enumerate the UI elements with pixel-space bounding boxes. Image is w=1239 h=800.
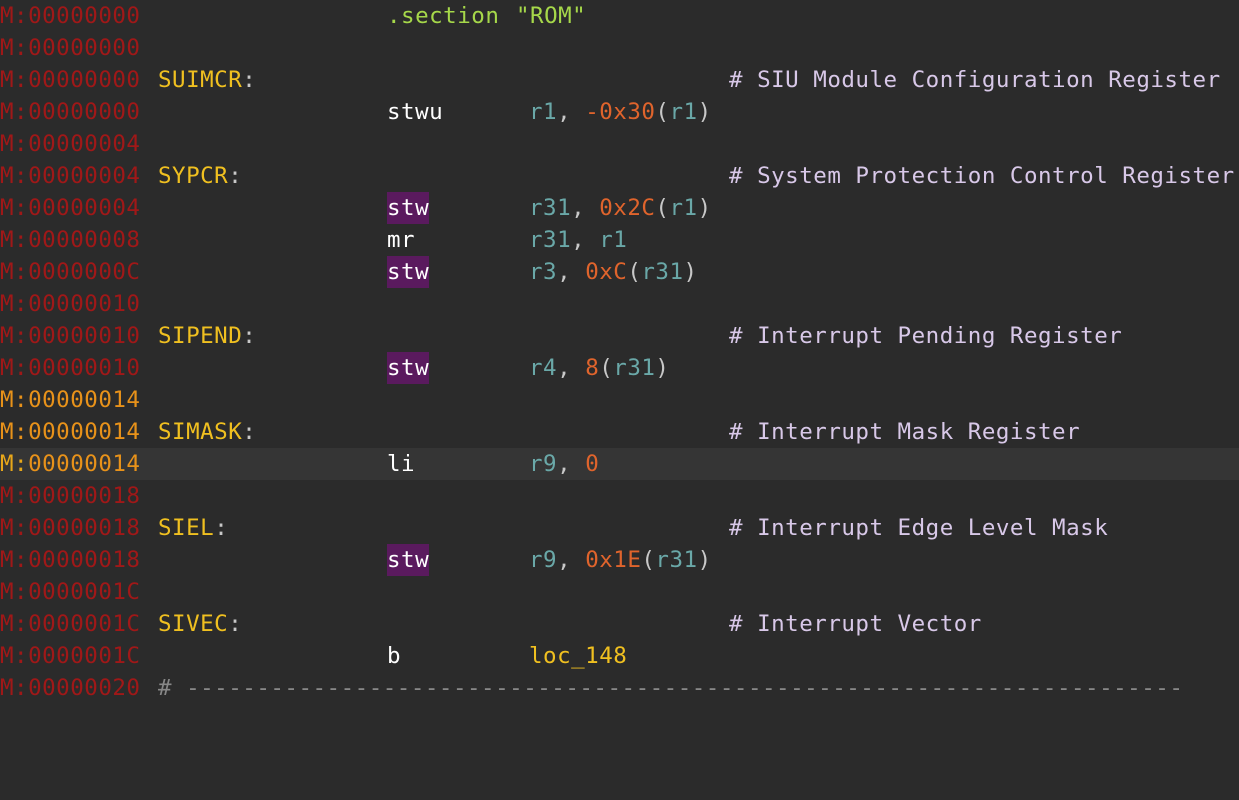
address: M:00000004 — [0, 131, 141, 157]
branch-target[interactable]: loc_148 — [529, 640, 627, 672]
listing-line[interactable]: M:00000000 stwu r1, -0x30(r1) — [0, 96, 1239, 128]
section-name: "ROM" — [516, 3, 587, 29]
comment: # SIU Module Configuration Register — [729, 67, 1221, 93]
address: M:00000014 — [0, 387, 141, 413]
listing-line[interactable]: M:00000000 .section "ROM" — [0, 0, 1239, 32]
listing-line[interactable]: M:00000018 stw r9, 0x1E(r31) — [0, 544, 1239, 576]
address: M:0000000C — [0, 259, 141, 285]
disassembly-listing[interactable]: M:00000000 .section "ROM" M:00000000 M:0… — [0, 0, 1239, 709]
comment: # Interrupt Edge Level Mask — [729, 515, 1109, 541]
mnemonic: stw — [387, 544, 430, 576]
mnemonic: stwu — [387, 99, 444, 125]
address: M:00000010 — [0, 355, 141, 381]
operands: r1, -0x30(r1) — [529, 99, 712, 125]
address: M:00000018 — [0, 547, 141, 573]
listing-line[interactable]: M:00000004 — [0, 128, 1239, 160]
address: M:00000018 — [0, 483, 141, 509]
listing-line[interactable]: M:0000001C SIVEC: # Interrupt Vector — [0, 608, 1239, 640]
listing-line[interactable]: M:00000004 stw r31, 0x2C(r1) — [0, 192, 1239, 224]
address: M:00000010 — [0, 323, 141, 349]
listing-line[interactable]: M:0000001C — [0, 576, 1239, 608]
mnemonic: b — [387, 643, 402, 669]
current-line[interactable]: M:00000014 li r9, 0 — [0, 448, 1239, 480]
listing-line[interactable]: M:00000008 mr r31, r1 — [0, 224, 1239, 256]
address: M:00000014 — [0, 451, 141, 477]
address: M:00000000 — [0, 35, 141, 61]
listing-line[interactable]: M:00000020 # ---------------------------… — [0, 672, 1239, 704]
listing-line[interactable]: M:00000010 SIPEND: # Interrupt Pending R… — [0, 320, 1239, 352]
listing-line[interactable]: M:00000010 — [0, 288, 1239, 320]
operands: r3, 0xC(r31) — [529, 259, 698, 285]
listing-line[interactable]: M:00000014 — [0, 384, 1239, 416]
address: M:00000000 — [0, 67, 141, 93]
address: M:00000018 — [0, 515, 141, 541]
operands: r9, 0 — [529, 451, 600, 477]
code-label[interactable]: SIMASK: — [158, 416, 256, 448]
address: M:00000004 — [0, 195, 141, 221]
operands: r31, r1 — [529, 227, 628, 253]
listing-line[interactable]: M:00000000 — [0, 32, 1239, 64]
listing-line[interactable]: M:00000004 SYPCR: # System Protection Co… — [0, 160, 1239, 192]
mnemonic: stw — [387, 352, 430, 384]
mnemonic: mr — [387, 227, 416, 253]
mnemonic: stw — [387, 256, 430, 288]
address: M:0000001C — [0, 611, 141, 637]
listing-line[interactable]: M:0000000C stw r3, 0xC(r31) — [0, 256, 1239, 288]
mnemonic: stw — [387, 192, 430, 224]
listing-line[interactable]: M:00000000 SUIMCR: # SIU Module Configur… — [0, 64, 1239, 96]
address: M:00000000 — [0, 3, 141, 29]
code-label[interactable]: SIVEC: — [158, 608, 242, 640]
address: M:0000001C — [0, 579, 141, 605]
comment: # System Protection Control Register — [729, 163, 1235, 189]
operands: r31, 0x2C(r1) — [529, 195, 712, 221]
address: M:00000004 — [0, 163, 141, 189]
address: M:00000010 — [0, 291, 141, 317]
address: M:00000000 — [0, 99, 141, 125]
listing-line[interactable]: M:0000001C b loc_148 — [0, 640, 1239, 672]
comment: # Interrupt Pending Register — [729, 323, 1123, 349]
listing-line[interactable]: M:00000014 SIMASK: # Interrupt Mask Regi… — [0, 416, 1239, 448]
comment: # Interrupt Vector — [729, 611, 982, 637]
listing-line[interactable]: M:00000010 stw r4, 8(r31) — [0, 352, 1239, 384]
comment: # Interrupt Mask Register — [729, 419, 1081, 445]
mnemonic: li — [387, 451, 416, 477]
address: M:0000001C — [0, 643, 141, 669]
function-separator: # --------------------------------------… — [158, 675, 1184, 701]
directive: .section — [387, 3, 500, 29]
address: M:00000020 — [0, 675, 141, 701]
listing-line[interactable]: M:00000018 — [0, 480, 1239, 512]
listing-line[interactable]: M:00000018 SIEL: # Interrupt Edge Level … — [0, 512, 1239, 544]
code-label[interactable]: SYPCR: — [158, 160, 242, 192]
address: M:00000008 — [0, 227, 141, 253]
operands: r9, 0x1E(r31) — [529, 547, 712, 573]
code-label[interactable]: SIPEND: — [158, 320, 256, 352]
operands: r4, 8(r31) — [529, 355, 670, 381]
code-label[interactable]: SIEL: — [158, 512, 228, 544]
code-label[interactable]: SUIMCR: — [158, 64, 256, 96]
address: M:00000014 — [0, 419, 141, 445]
